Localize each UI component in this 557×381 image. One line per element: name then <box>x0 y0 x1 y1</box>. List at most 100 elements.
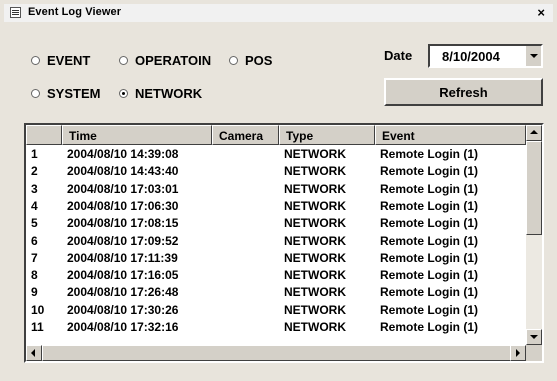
row-index: 2 <box>31 164 38 179</box>
scroll-down-icon[interactable] <box>526 329 542 345</box>
row-event: Remote Login (1) <box>380 320 478 334</box>
radio-event-label: EVENT <box>47 53 91 68</box>
row-index: 11 <box>31 320 44 334</box>
row-event: Remote Login (1) <box>380 302 478 317</box>
horizontal-scroll-thumb[interactable] <box>42 345 514 361</box>
row-index: 7 <box>31 250 38 265</box>
table-row[interactable]: 6 2004/08/10 17:09:52 NETWORK Remote Login … <box>26 233 526 250</box>
scroll-left-icon[interactable] <box>26 345 42 361</box>
row-event: Remote Login (1) <box>380 233 478 248</box>
row-index: 6 <box>31 233 38 248</box>
row-event: Remote Login (1) <box>380 285 478 300</box>
row-time: 2004/08/10 17:08:15 <box>67 216 179 231</box>
row-camera <box>212 198 279 215</box>
radio-system[interactable]: SYSTEM <box>31 86 100 101</box>
event-log-icon <box>10 7 21 18</box>
vertical-scrollbar[interactable] <box>526 125 542 345</box>
table-header-camera[interactable]: Camera <box>212 125 279 145</box>
row-type: NETWORK <box>284 216 346 231</box>
title-bar: Event Log Viewer × <box>4 4 553 22</box>
row-event: Remote Login (1) <box>380 216 478 231</box>
table-row[interactable]: 9 2004/08/10 17:26:48 NETWORK Remote Login … <box>26 284 526 301</box>
row-event: Remote Login (1) <box>380 181 478 196</box>
row-event: Remote Login (1) <box>380 250 478 265</box>
table-header-index[interactable] <box>26 125 62 145</box>
radio-dot <box>229 56 238 65</box>
scroll-up-icon[interactable] <box>526 125 542 141</box>
window-title: Event Log Viewer <box>28 6 122 18</box>
event-log-window: Event Log Viewer × EVENT OPERATOIN POS S… <box>0 0 557 381</box>
radio-network[interactable]: NETWORK <box>119 86 202 101</box>
row-type: NETWORK <box>284 285 346 300</box>
horizontal-scrollbar[interactable] <box>26 345 526 361</box>
row-time: 2004/08/10 17:06:30 <box>67 198 179 213</box>
row-camera <box>212 146 279 163</box>
table-header-time[interactable]: Time <box>62 125 212 145</box>
row-index: 5 <box>31 216 38 231</box>
row-camera <box>212 302 279 319</box>
radio-network-label: NETWORK <box>135 86 203 101</box>
row-camera <box>212 163 279 180</box>
table-row[interactable]: 3 2004/08/10 17:03:01 NETWORK Remote Login … <box>26 181 526 198</box>
row-type: NETWORK <box>284 181 346 196</box>
table-row[interactable]: 11 2004/08/10 17:32:16 NETWORK Remote Login… <box>26 319 526 336</box>
radio-event[interactable]: EVENT <box>31 53 90 68</box>
row-time: 2004/08/10 17:16:05 <box>67 268 179 283</box>
row-index: 3 <box>31 181 38 196</box>
vertical-scroll-thumb[interactable] <box>526 141 542 235</box>
row-type: NETWORK <box>284 250 346 265</box>
scroll-right-icon[interactable] <box>510 345 526 361</box>
date-label: Date <box>384 48 413 63</box>
row-type: NETWORK <box>284 320 346 334</box>
row-index: 10 <box>31 302 45 317</box>
date-value: 8/10/2004 <box>442 49 500 64</box>
table-row[interactable]: 4 2004/08/10 17:06:30 NETWORK Remote Login … <box>26 198 526 215</box>
row-type: NETWORK <box>284 233 346 248</box>
row-type: NETWORK <box>284 164 346 179</box>
row-type: NETWORK <box>284 198 346 213</box>
row-time: 2004/08/10 14:39:08 <box>67 147 179 161</box>
radio-pos-label: POS <box>245 53 273 68</box>
radio-pos[interactable]: POS <box>229 53 272 68</box>
table-row[interactable]: 10 2004/08/10 17:30:26 NETWORK Remote Login… <box>26 302 526 319</box>
row-index: 1 <box>31 147 38 161</box>
row-camera <box>212 267 279 284</box>
event-log-table[interactable]: Time Camera Type Event 1 2004/08/10 14:39:08… <box>24 123 544 363</box>
table-header: Time Camera Type Event <box>26 125 526 145</box>
table-row[interactable]: 5 2004/08/10 17:08:15 NETWORK Remote Login … <box>26 215 526 232</box>
row-time: 2004/08/10 14:43:40 <box>67 164 179 179</box>
table-row[interactable]: 8 2004/08/10 17:16:05 NETWORK Remote Login … <box>26 267 526 284</box>
close-icon[interactable]: × <box>537 5 545 20</box>
row-index: 8 <box>31 268 38 283</box>
radio-dot <box>119 89 128 98</box>
radio-system-label: SYSTEM <box>47 86 101 101</box>
row-camera <box>212 319 279 336</box>
row-event: Remote Login (1) <box>380 164 478 179</box>
row-event: Remote Login (1) <box>380 268 478 283</box>
radio-operation-label: OPERATOIN <box>135 53 212 68</box>
table-row[interactable]: 2 2004/08/10 14:43:40 NETWORK Remote Login … <box>26 163 526 180</box>
row-time: 2004/08/10 17:32:16 <box>67 320 179 334</box>
row-event: Remote Login (1) <box>380 147 478 161</box>
table-row[interactable]: 7 2004/08/10 17:11:39 NETWORK Remote Login … <box>26 250 526 267</box>
table-header-event[interactable]: Event <box>375 125 526 145</box>
table-header-type[interactable]: Type <box>279 125 375 145</box>
chevron-down-icon[interactable] <box>525 46 541 66</box>
date-dropdown[interactable]: 8/10/2004 <box>428 44 543 68</box>
row-index: 4 <box>31 198 38 213</box>
row-camera <box>212 250 279 267</box>
scrollbar-corner <box>526 345 542 361</box>
table-row[interactable]: 1 2004/08/10 14:39:08 NETWORK Remote Login … <box>26 146 526 163</box>
radio-dot <box>31 56 40 65</box>
radio-operation[interactable]: OPERATOIN <box>119 53 211 68</box>
row-type: NETWORK <box>284 147 346 161</box>
row-type: NETWORK <box>284 302 346 317</box>
radio-dot <box>119 56 128 65</box>
row-time: 2004/08/10 17:03:01 <box>67 181 179 196</box>
row-camera <box>212 284 279 301</box>
row-camera <box>212 215 279 232</box>
radio-dot <box>31 89 40 98</box>
row-camera <box>212 181 279 198</box>
refresh-button[interactable]: Refresh <box>384 78 543 106</box>
row-time: 2004/08/10 17:11:39 <box>67 250 178 265</box>
